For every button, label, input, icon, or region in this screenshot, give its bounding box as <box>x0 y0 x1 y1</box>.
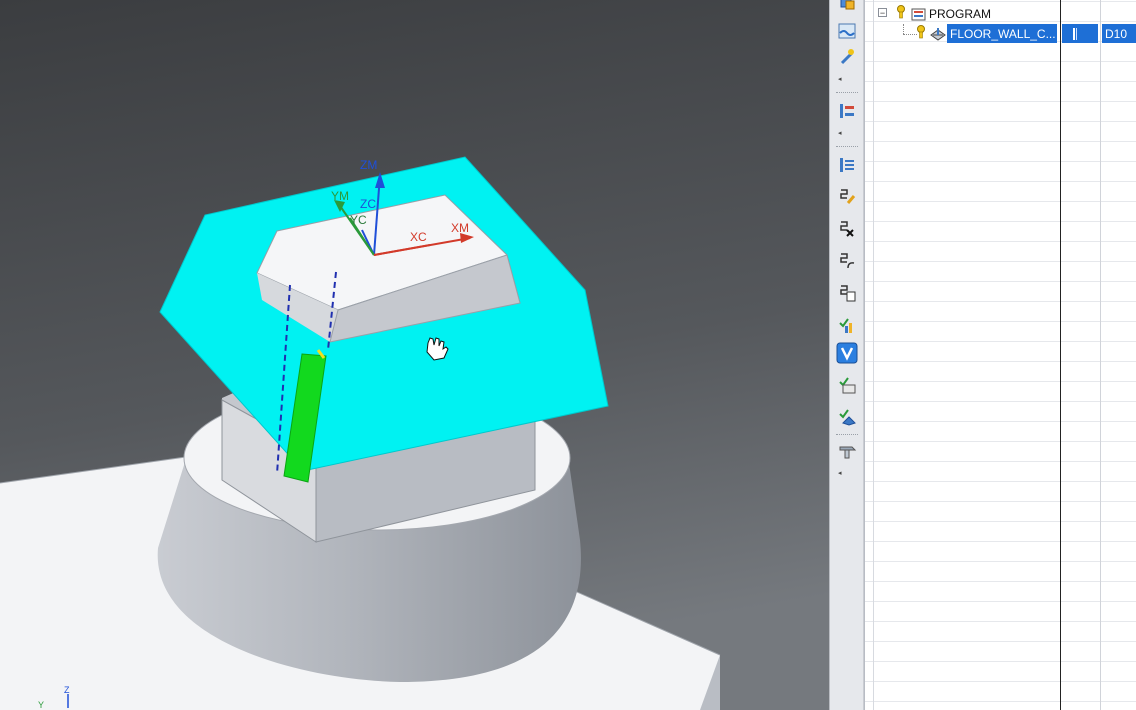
generate-toolpath-icon[interactable] <box>836 250 858 272</box>
verify-icon[interactable] <box>836 342 858 364</box>
axis-label-zc: ZC <box>360 197 376 211</box>
replay-toolpath-icon[interactable] <box>836 282 858 304</box>
collapse-toggle[interactable]: − <box>878 8 887 18</box>
graphics-viewport[interactable]: ZM YM ZC YC XC XM Z Y <box>0 0 829 710</box>
warning-icon <box>917 25 925 39</box>
tree-item-floor-wall-operation[interactable]: FLOOR_WALL_C... <box>950 27 1056 41</box>
edit-operation-icon[interactable] <box>836 186 858 208</box>
operation-navigator: − PROGRAM FLOOR_WALL_C... D10 <box>864 0 1136 710</box>
shop-docs-icon[interactable] <box>836 440 858 462</box>
postprocess-icon[interactable] <box>836 406 858 428</box>
warning-icon <box>897 5 905 19</box>
path-status-icon <box>1073 28 1077 40</box>
machine-tool-icon[interactable] <box>836 154 858 176</box>
create-geometry-icon[interactable] <box>836 0 858 14</box>
floor-wall-operation-icon <box>930 28 946 41</box>
create-tool-icon[interactable] <box>836 46 858 68</box>
axis-label-xm: XM <box>451 221 469 235</box>
svg-text:Z: Z <box>64 685 70 695</box>
axis-label-xc: XC <box>410 230 427 244</box>
program-folder-icon <box>911 8 926 21</box>
create-method-icon[interactable] <box>836 20 858 42</box>
svg-text:Y: Y <box>38 700 44 710</box>
simulate-machine-icon[interactable] <box>836 374 858 396</box>
model-view[interactable]: ZM YM ZC YC XC XM Z Y <box>0 0 829 710</box>
axis-label-ym: YM <box>331 189 349 203</box>
program-order-icon[interactable] <box>836 100 858 122</box>
list-toolpath-icon[interactable] <box>836 314 858 336</box>
tool-cell[interactable]: D10 <box>1105 27 1127 41</box>
axis-label-yc: YC <box>350 213 367 227</box>
delete-operation-icon[interactable] <box>836 218 858 240</box>
column-divider[interactable] <box>1100 0 1101 710</box>
tree-item-program[interactable]: PROGRAM <box>929 7 991 21</box>
vertical-toolbar: ◂ ◂ ◂ <box>829 0 864 710</box>
axis-label-zm: ZM <box>360 158 377 172</box>
column-divider[interactable] <box>1060 0 1061 710</box>
